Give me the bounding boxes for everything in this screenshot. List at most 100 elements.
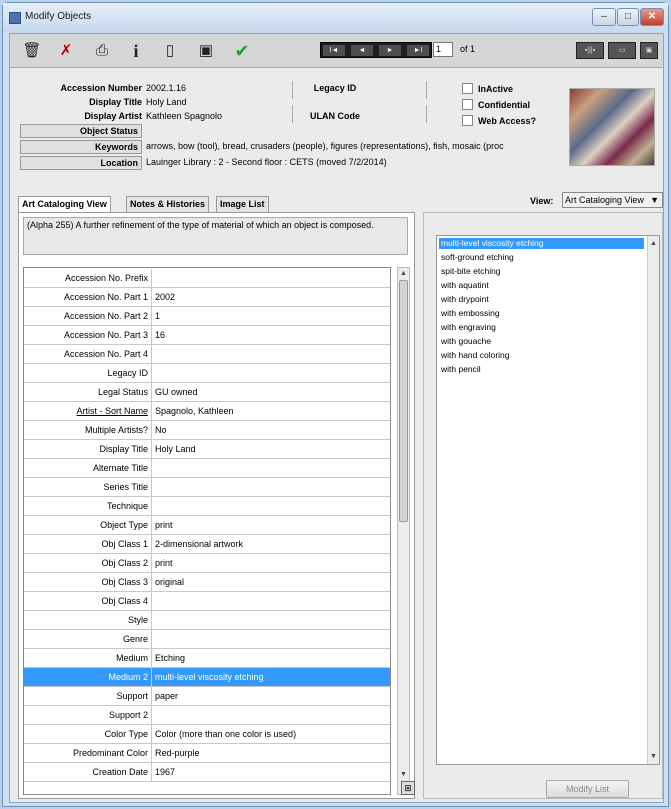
- card-view-icon[interactable]: ▭: [608, 42, 636, 59]
- artwork-thumbnail[interactable]: [569, 88, 655, 166]
- field-value[interactable]: No: [155, 421, 167, 439]
- field-row[interactable]: Style: [24, 611, 390, 630]
- field-value[interactable]: 2-dimensional artwork: [155, 535, 243, 553]
- field-row[interactable]: Accession No. Prefix: [24, 269, 390, 288]
- keywords-value[interactable]: arrows, bow (tool), bread, crusaders (pe…: [146, 141, 561, 151]
- field-label: Accession No. Part 1: [24, 288, 152, 306]
- field-value[interactable]: print: [155, 516, 173, 534]
- fields-scrollbar[interactable]: ▲ ▼: [397, 267, 410, 795]
- minimize-button[interactable]: –: [592, 8, 616, 26]
- value-listbox[interactable]: ▲ ▼ multi-level viscosity etching soft-gr…: [436, 235, 660, 765]
- field-row[interactable]: Medium Etching: [24, 649, 390, 668]
- list-item[interactable]: with hand coloring: [439, 350, 644, 361]
- record-number-input[interactable]: 1: [433, 42, 453, 57]
- field-row[interactable]: Obj Class 2 print: [24, 554, 390, 573]
- field-row[interactable]: Technique: [24, 497, 390, 516]
- list-item[interactable]: soft-ground etching: [439, 252, 644, 263]
- list-item[interactable]: with drypoint: [439, 294, 644, 305]
- field-value[interactable]: 16: [155, 326, 165, 344]
- field-label: Obj Class 2: [24, 554, 152, 572]
- field-value[interactable]: Red-purple: [155, 744, 200, 762]
- list-item[interactable]: with engraving: [439, 322, 644, 333]
- tab-image-list[interactable]: Image List: [216, 196, 269, 212]
- field-row[interactable]: Object Type print: [24, 516, 390, 535]
- trash-icon[interactable]: 🗑: [18, 39, 46, 63]
- field-row[interactable]: Legacy ID: [24, 364, 390, 383]
- save-check-icon[interactable]: ✔: [228, 39, 256, 63]
- list-item[interactable]: with pencil: [439, 364, 644, 375]
- field-value[interactable]: multi-level viscosity etching: [155, 668, 264, 686]
- field-row[interactable]: Obj Class 3 original: [24, 573, 390, 592]
- field-value[interactable]: Holy Land: [155, 440, 196, 458]
- field-row[interactable]: Genre: [24, 630, 390, 649]
- field-row[interactable]: Artist - Sort Name Spagnolo, Kathleen: [24, 402, 390, 421]
- field-row[interactable]: Alternate Title: [24, 459, 390, 478]
- print-icon[interactable]: ⎙: [88, 39, 116, 63]
- field-row[interactable]: Accession No. Part 1 2002: [24, 288, 390, 307]
- scroll-down-icon[interactable]: ▼: [648, 751, 659, 762]
- field-value[interactable]: Spagnolo, Kathleen: [155, 402, 234, 420]
- display-title-value[interactable]: Holy Land: [146, 97, 187, 107]
- list-item[interactable]: with aquatint: [439, 280, 644, 291]
- location-value[interactable]: Lauinger Library : 2 - Second floor : CE…: [146, 157, 387, 167]
- scroll-up-icon[interactable]: ▲: [648, 238, 659, 249]
- previous-record-button[interactable]: ◄: [351, 45, 373, 56]
- field-value[interactable]: 1: [155, 307, 160, 325]
- modify-list-button[interactable]: Modify List: [546, 780, 629, 798]
- field-row[interactable]: Creation Date 1967: [24, 763, 390, 782]
- field-value[interactable]: Etching: [155, 649, 185, 667]
- scroll-up-icon[interactable]: ▲: [398, 268, 409, 279]
- display-artist-value[interactable]: Kathleen Spagnolo: [146, 111, 222, 121]
- list-scrollbar[interactable]: ▲ ▼: [647, 236, 659, 764]
- object-status-label[interactable]: Object Status: [20, 124, 142, 138]
- web-access-checkbox[interactable]: [462, 115, 473, 126]
- last-record-button[interactable]: ►I: [407, 45, 429, 56]
- field-value[interactable]: Color (more than one color is used): [155, 725, 296, 743]
- field-row[interactable]: Medium 2 multi-level viscosity etching: [24, 668, 390, 687]
- field-value[interactable]: paper: [155, 687, 178, 705]
- field-row[interactable]: Display Title Holy Land: [24, 440, 390, 459]
- list-item[interactable]: multi-level viscosity etching: [439, 238, 644, 249]
- scroll-down-icon[interactable]: ▼: [398, 769, 409, 780]
- info-icon[interactable]: i: [122, 39, 150, 63]
- close-button[interactable]: ✕: [640, 8, 664, 26]
- field-row[interactable]: Predominant Color Red-purple: [24, 744, 390, 763]
- view-select[interactable]: Art Cataloging View ▼: [562, 192, 663, 208]
- field-row[interactable]: Accession No. Part 21: [24, 307, 390, 326]
- field-value[interactable]: original: [155, 573, 184, 591]
- list-item[interactable]: spit-bite etching: [439, 266, 644, 277]
- confidential-checkbox[interactable]: [462, 99, 473, 110]
- keywords-label[interactable]: Keywords: [20, 140, 142, 154]
- location-label[interactable]: Location: [20, 156, 142, 170]
- next-record-button[interactable]: ►: [379, 45, 401, 56]
- tab-art-cataloging-view[interactable]: Art Cataloging View: [18, 196, 111, 213]
- field-row[interactable]: Support 2: [24, 706, 390, 725]
- tab-notes-histories[interactable]: Notes & Histories: [126, 196, 210, 212]
- field-value[interactable]: 2002: [155, 288, 175, 306]
- field-row[interactable]: Accession No. Part 3 16: [24, 326, 390, 345]
- new-document-icon[interactable]: ▯: [156, 39, 184, 63]
- inactive-checkbox[interactable]: [462, 83, 473, 94]
- field-row[interactable]: Accession No. Part 4: [24, 345, 390, 364]
- field-row[interactable]: Legal Status GU owned: [24, 383, 390, 402]
- field-row[interactable]: Obj Class 1 2-dimensional artwork: [24, 535, 390, 554]
- field-row[interactable]: Support paper: [24, 687, 390, 706]
- field-value[interactable]: GU owned: [155, 383, 198, 401]
- maximize-button[interactable]: □: [617, 8, 639, 26]
- image-view-icon[interactable]: ▣: [640, 42, 658, 59]
- list-item[interactable]: with gouache: [439, 336, 644, 347]
- barcode-icon[interactable]: ▪|||▪: [576, 42, 604, 59]
- copy-record-icon[interactable]: ▣: [192, 39, 220, 63]
- field-row[interactable]: Series Title: [24, 478, 390, 497]
- first-record-button[interactable]: I◄: [323, 45, 345, 56]
- delete-record-icon[interactable]: ✗: [52, 39, 80, 63]
- accession-number-value[interactable]: 2002.1.16: [146, 83, 186, 93]
- scrollbar-thumb[interactable]: [399, 280, 408, 522]
- field-value[interactable]: 1967: [155, 763, 175, 781]
- field-row[interactable]: Multiple Artists? No: [24, 421, 390, 440]
- grid-options-icon[interactable]: ⊞: [401, 781, 415, 795]
- list-item[interactable]: with embossing: [439, 308, 644, 319]
- field-row[interactable]: Obj Class 4: [24, 592, 390, 611]
- field-value[interactable]: print: [155, 554, 173, 572]
- field-row[interactable]: Color Type Color (more than one color is …: [24, 725, 390, 744]
